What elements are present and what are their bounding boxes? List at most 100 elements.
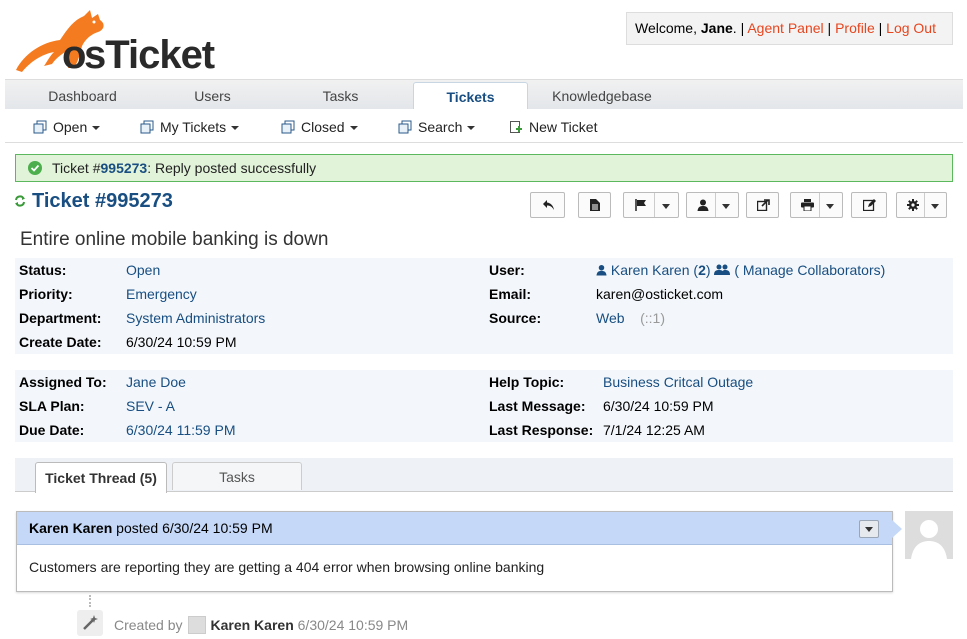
print-button[interactable] — [790, 192, 843, 218]
tickets-icon — [140, 111, 154, 134]
tab-tickets[interactable]: Tickets — [413, 82, 528, 111]
reply-button[interactable] — [530, 192, 565, 218]
new-ticket-link[interactable]: New Ticket — [509, 109, 597, 143]
thread-tabs: Ticket Thread (5) Tasks — [15, 458, 953, 493]
user-label: User: — [489, 262, 525, 278]
source-value[interactable]: Web — [596, 310, 625, 326]
thread-entry-header: Karen Karen posted 6/30/24 10:59 PM — [17, 512, 892, 545]
agent-panel-link[interactable]: Agent Panel — [747, 20, 823, 36]
ticket-info-secondary: Assigned To: Jane Doe SLA Plan: SEV - A … — [15, 370, 953, 442]
entry-posted: posted 6/30/24 10:59 PM — [112, 520, 273, 536]
avatar — [905, 511, 953, 559]
chevron-down-icon — [931, 204, 939, 209]
logout-link[interactable]: Log Out — [886, 20, 936, 36]
ticket-subject: Entire online mobile banking is down — [20, 229, 329, 250]
tab-dashboard[interactable]: Dashboard — [25, 80, 140, 110]
settings-button[interactable] — [896, 192, 947, 218]
refresh-icon[interactable] — [14, 194, 26, 208]
user-ticket-count: 2 — [698, 262, 706, 278]
edit-icon — [863, 199, 876, 211]
chevron-down-icon — [467, 126, 476, 130]
status-value[interactable]: Open — [126, 262, 160, 278]
user-link[interactable]: Karen Karen — [611, 262, 690, 278]
ticket-info-primary: Status: Open Priority: Emergency Departm… — [15, 258, 953, 354]
reply-icon — [543, 200, 554, 210]
user-icon — [596, 264, 607, 276]
edit-button[interactable] — [851, 192, 887, 218]
header: o sTicket Welcome, Jane. | Agent Panel |… — [0, 0, 967, 80]
check-circle-icon — [28, 161, 42, 175]
chevron-down-icon — [865, 527, 873, 532]
tab-thread-tasks[interactable]: Tasks — [172, 462, 302, 490]
print-pdf-button[interactable] — [578, 192, 611, 218]
last-response-value: 7/1/24 12:25 AM — [603, 422, 705, 438]
tab-tasks[interactable]: Tasks — [283, 80, 398, 110]
tab-ticket-thread[interactable]: Ticket Thread (5) — [35, 462, 167, 493]
sla-value[interactable]: SEV - A — [126, 398, 175, 414]
entry-pointer — [892, 520, 902, 538]
source-label: Source: — [489, 310, 542, 326]
entry-options-button[interactable] — [859, 520, 879, 538]
user-icon — [697, 199, 709, 211]
welcome-user: Jane — [700, 20, 733, 36]
new-ticket-icon — [509, 111, 523, 133]
my-tickets-menu[interactable]: My Tickets — [140, 109, 240, 143]
create-date-label: Create Date: — [19, 334, 102, 350]
help-topic-label: Help Topic: — [489, 374, 565, 390]
due-date-label: Due Date: — [19, 422, 85, 438]
sub-nav: Open My Tickets Closed Search New Ticket — [5, 109, 963, 143]
open-label: Open — [53, 119, 88, 135]
assign-button[interactable] — [686, 192, 739, 218]
tab-knowledgebase[interactable]: Knowledgebase — [537, 80, 667, 110]
search-label: Search — [418, 119, 463, 135]
welcome-box: Welcome, Jane. | Agent Panel | Profile |… — [626, 12, 953, 45]
due-date-value[interactable]: 6/30/24 11:59 PM — [126, 422, 235, 438]
sla-label: SLA Plan: — [19, 398, 85, 414]
welcome-suffix: . | — [732, 20, 745, 36]
created-author: Karen Karen — [210, 617, 294, 633]
users-icon — [714, 264, 731, 275]
osticket-logo[interactable]: o sTicket — [12, 6, 217, 77]
thread-connector — [89, 595, 91, 607]
user-count-close: ) — [705, 262, 711, 278]
chevron-down-icon — [349, 126, 358, 130]
created-date: 6/30/24 10:59 PM — [297, 617, 409, 633]
svg-text:sTicket: sTicket — [84, 33, 215, 74]
closed-menu[interactable]: Closed — [281, 109, 358, 143]
profile-link[interactable]: Profile — [835, 20, 875, 36]
flag-icon — [635, 199, 646, 211]
alert-ticket-link[interactable]: 995273 — [101, 160, 148, 176]
ticket-title[interactable]: Ticket #995273 — [14, 190, 173, 213]
gear-icon — [907, 199, 919, 211]
assigned-value[interactable]: Jane Doe — [126, 374, 186, 390]
created-prefix: Created by — [114, 617, 183, 633]
entry-body: Customers are reporting they are getting… — [29, 559, 545, 575]
last-message-value: 6/30/24 10:59 PM — [603, 398, 714, 414]
success-alert: Ticket #995273: Reply posted successfull… — [15, 154, 953, 182]
tickets-icon — [33, 111, 47, 134]
department-label: Department: — [19, 310, 102, 326]
closed-label: Closed — [301, 119, 345, 135]
department-value[interactable]: System Administrators — [126, 310, 265, 326]
transfer-button[interactable] — [746, 192, 779, 218]
email-label: Email: — [489, 286, 532, 302]
source-ip: (::1) — [640, 310, 665, 326]
status-label: Status: — [19, 262, 67, 278]
chevron-down-icon — [662, 204, 670, 209]
chevron-down-icon — [92, 126, 101, 130]
last-response-label: Last Response: — [489, 422, 594, 438]
welcome-prefix: Welcome, — [635, 20, 701, 36]
open-menu[interactable]: Open — [33, 109, 101, 143]
help-topic-value[interactable]: Business Critcal Outage — [603, 374, 753, 390]
separator: | — [827, 20, 832, 36]
chevron-down-icon — [231, 126, 240, 130]
manage-collaborators-link[interactable]: ( Manage Collaborators) — [734, 262, 885, 278]
print-icon — [801, 199, 814, 211]
main-nav: Dashboard Users Tasks Tickets Knowledgeb… — [5, 79, 963, 111]
search-menu[interactable]: Search — [398, 109, 476, 143]
share-icon — [757, 199, 770, 211]
flag-button[interactable] — [623, 192, 679, 218]
tab-users[interactable]: Users — [155, 80, 270, 110]
tickets-icon — [398, 111, 412, 134]
priority-value[interactable]: Emergency — [126, 286, 197, 302]
